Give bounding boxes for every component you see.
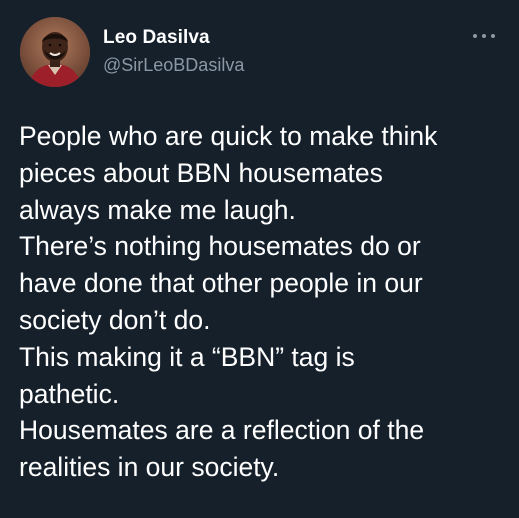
dot-icon [491, 34, 495, 38]
avatar[interactable] [20, 17, 90, 87]
author-handle[interactable]: @SirLeoBDasilva [103, 55, 244, 76]
tweet-text-line: society don’t do. [19, 304, 211, 335]
tweet-text-line: There’s nothing housemates do or [19, 231, 421, 262]
tweet-text-line: realities in our society. [19, 452, 280, 483]
tweet-text-line: pieces about BBN housemates [19, 157, 383, 188]
tweet-text: People who are quick to make think piece… [19, 118, 509, 486]
tweet-text-line: This making it a “BBN” tag is [19, 341, 355, 372]
author-name[interactable]: Leo Dasilva [103, 27, 210, 49]
avatar-image [20, 17, 90, 87]
tweet-text-line: always make me laugh. [19, 194, 296, 225]
more-horizontal-icon[interactable] [473, 32, 495, 40]
tweet-text-line: People who are quick to make think [19, 121, 438, 151]
dot-icon [482, 34, 486, 38]
tweet-card: Leo Dasilva @SirLeoBDasilva People who a… [0, 0, 519, 518]
tweet-text-line: pathetic. [19, 378, 120, 409]
dot-icon [473, 34, 477, 38]
tweet-text-line: have done that other people in our [19, 268, 423, 299]
tweet-text-line: Housemates are a reflection of the [19, 415, 425, 446]
